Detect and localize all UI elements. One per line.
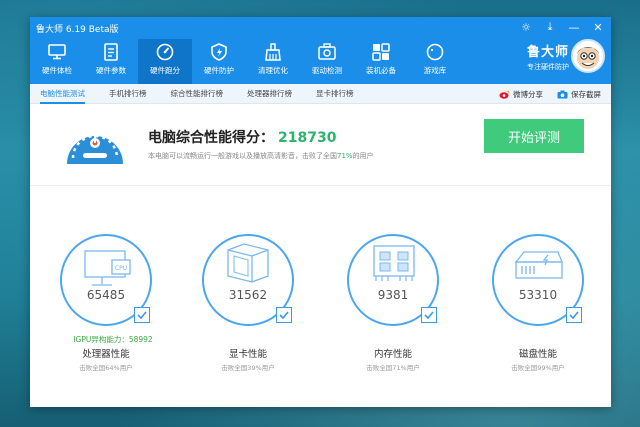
- brand-title: 鲁大师: [526, 45, 569, 60]
- nav-label: 硬件参数: [96, 66, 126, 75]
- checkmark-icon: [276, 307, 292, 323]
- nav-games[interactable]: 游戏库: [408, 39, 462, 84]
- gpu-beat-text: 击败全国39%用户: [221, 364, 275, 372]
- nav-label: 游戏库: [423, 66, 447, 75]
- checkmark-icon: [566, 307, 582, 323]
- gpu-score: 31562: [228, 288, 268, 302]
- disk-beat-text: 击败全国99%用户: [511, 364, 565, 372]
- nav-label: 硬件防护: [204, 66, 234, 75]
- checkmark-icon: [134, 307, 150, 323]
- nav-cleanup[interactable]: 清理优化: [246, 39, 300, 84]
- save-screenshot-button[interactable]: 保存截屏: [557, 89, 601, 100]
- memory-icon: [373, 245, 415, 281]
- save-screenshot-label: 保存截屏: [571, 89, 601, 99]
- performance-cards: CPU 65485 IGPU异构能力：58992 处理器性能 击败全国64%用户…: [30, 222, 611, 402]
- main-nav: 硬件体检 硬件参数 硬件跑分 硬件防护 清理优化 驱动检测 装机必备 游戏库: [30, 39, 462, 84]
- memory-beat-text: 击败全国71%用户: [366, 364, 420, 372]
- start-test-button[interactable]: 开始评测: [484, 119, 584, 153]
- sub-tabs: 电脑性能测试 手机排行榜 综合性能排行榜 处理器排行榜 显卡排行榜 微博分享 保…: [30, 84, 611, 104]
- broom-icon: [263, 42, 283, 62]
- weibo-share-button[interactable]: 微博分享: [499, 89, 543, 100]
- brand: 鲁大师 专注硬件防护: [527, 41, 569, 72]
- camera-icon: [557, 90, 568, 98]
- header-bar: 鲁大师 6.19 Beta版 ☼ ⤓ — ✕ 硬件体检 硬件参数 硬件跑分 硬件…: [30, 17, 611, 84]
- cpu-beat-text: 击败全国64%用户: [79, 364, 133, 372]
- tab-cpu-rank[interactable]: 处理器排行榜: [247, 84, 292, 104]
- tab-overall-rank[interactable]: 综合性能排行榜: [171, 84, 224, 104]
- brand-subtitle: 专注硬件防护: [526, 63, 569, 71]
- nav-label: 清理优化: [258, 66, 288, 75]
- nav-driver[interactable]: 驱动检测: [300, 39, 354, 84]
- download-icon[interactable]: ⤓: [543, 20, 557, 34]
- checkmark-icon: [421, 307, 437, 323]
- score-percent: 71%: [337, 152, 353, 160]
- apps-icon: [371, 42, 391, 62]
- score-title: 电脑综合性能得分： 218730: [148, 127, 336, 147]
- score-panel: 电脑综合性能得分： 218730 本电脑可以流畅运行一般游戏以及播放高清影音，击败…: [30, 104, 611, 186]
- nav-essentials[interactable]: 装机必备: [354, 39, 408, 84]
- app-window: 鲁大师 6.19 Beta版 ☼ ⤓ — ✕ 硬件体检 硬件参数 硬件跑分 硬件…: [30, 17, 611, 407]
- weibo-share-label: 微博分享: [513, 89, 543, 99]
- disk-label: 磁盘性能: [518, 349, 557, 360]
- window-controls: ☼ ⤓ — ✕: [519, 20, 605, 34]
- nav-label: 硬件跑分: [150, 66, 180, 75]
- tab-phone-rank[interactable]: 手机排行榜: [109, 84, 147, 104]
- gpu-cube-icon: [227, 243, 269, 283]
- minimize-button[interactable]: —: [567, 21, 581, 34]
- svg-text:CPU: CPU: [115, 265, 127, 272]
- gpu-label: 显卡性能: [228, 349, 267, 360]
- score-value: 218730: [278, 130, 337, 146]
- memory-score: 9381: [377, 288, 409, 302]
- speedometer-icon: [155, 42, 175, 62]
- cpu-score: 65485: [86, 288, 126, 302]
- close-button[interactable]: ✕: [591, 21, 605, 34]
- cpu-label: 处理器性能: [82, 349, 130, 360]
- nav-label: 硬件体检: [42, 66, 72, 75]
- shield-icon: [209, 42, 229, 62]
- gamepad-icon: [425, 42, 445, 62]
- nav-hardware-params[interactable]: 硬件参数: [84, 39, 138, 84]
- document-icon: [101, 42, 121, 62]
- score-desc-pre: 本电脑可以流畅运行一般游戏以及播放高清影音，击败了全国: [148, 152, 337, 160]
- score-description: 本电脑可以流畅运行一般游戏以及播放高清影音，击败了全国71%的用户: [148, 151, 374, 161]
- gear-box-icon: [317, 42, 337, 62]
- avatar[interactable]: [571, 39, 605, 73]
- window-title: 鲁大师 6.19 Beta版: [36, 25, 119, 35]
- nav-benchmark[interactable]: 硬件跑分: [138, 39, 192, 84]
- gauge-icon: [64, 112, 126, 176]
- skin-icon[interactable]: ☼: [519, 21, 533, 34]
- disk-icon: [514, 251, 563, 279]
- cpu-monitor-icon: CPU: [84, 250, 131, 286]
- score-desc-post: 的用户: [352, 152, 374, 160]
- score-label: 电脑综合性能得分：: [148, 130, 274, 146]
- tab-actions: 微博分享 保存截屏: [499, 84, 601, 104]
- nav-label: 驱动检测: [312, 66, 342, 75]
- weibo-icon: [499, 90, 510, 99]
- monitor-icon: [47, 42, 67, 62]
- nav-protection[interactable]: 硬件防护: [192, 39, 246, 84]
- igpu-score: IGPU异构能力：58992: [73, 335, 153, 344]
- disk-score: 53310: [518, 288, 558, 302]
- memory-label: 内存性能: [373, 349, 412, 360]
- nav-label: 装机必备: [366, 66, 396, 75]
- nav-hardware-check[interactable]: 硬件体检: [30, 39, 84, 84]
- tab-pc-test[interactable]: 电脑性能测试: [40, 84, 85, 104]
- tab-gpu-rank[interactable]: 显卡排行榜: [316, 84, 354, 104]
